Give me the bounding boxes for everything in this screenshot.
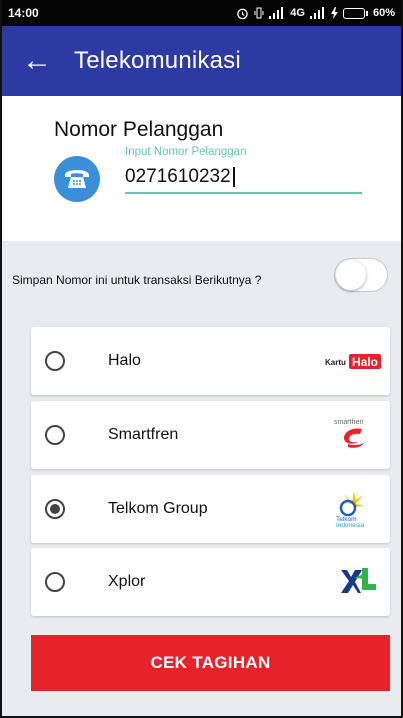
battery-percent: 60% (372, 7, 395, 19)
toggle-knob (336, 260, 366, 290)
svg-text:smartfren: smartfren (334, 419, 364, 426)
network-type: 4G (290, 7, 305, 19)
save-number-row: Simpan Nomor ini untuk transaksi Berikut… (0, 241, 403, 319)
status-bar: 14:00 4G 60% (0, 0, 403, 26)
save-number-toggle[interactable] (334, 258, 388, 292)
svg-text:Kartu: Kartu (325, 358, 346, 367)
operator-name: Smartfren (108, 426, 179, 443)
telkom-indonesia-logo: Telkom Indonesia (324, 489, 382, 529)
operator-option-xplor[interactable]: Xplor (31, 548, 390, 616)
signal-icon (269, 7, 284, 19)
operator-option-halo[interactable]: Halo Kartu Halo (31, 327, 390, 395)
customer-number-value: 0271610232 (125, 166, 231, 187)
customer-number-label: Nomor Pelanggan (54, 118, 224, 141)
radio-button[interactable] (45, 351, 65, 371)
app-bar: ← Telekomunikasi (0, 26, 403, 96)
operator-option-telkom-group[interactable]: Telkom Group Telkom Indonesia (31, 475, 390, 543)
arrow-left-icon[interactable]: ← (22, 46, 56, 76)
smartfren-logo: smartfren (324, 415, 382, 455)
radio-button[interactable] (45, 425, 65, 445)
signal-icon-2 (309, 7, 324, 19)
vibrate-icon (254, 7, 264, 19)
svg-text:Indonesia: Indonesia (336, 522, 365, 529)
telephone-icon (54, 156, 100, 202)
alarm-icon (237, 8, 249, 19)
battery-icon (342, 7, 368, 19)
status-icons: 4G 60% (236, 7, 395, 20)
customer-number-hint: Input Nomor Pelanggan (125, 146, 247, 158)
radio-button[interactable] (45, 572, 65, 592)
status-time: 14:00 (8, 6, 39, 20)
operator-name: Xplor (108, 573, 146, 590)
xl-logo (324, 562, 382, 602)
kartu-halo-logo: Kartu Halo (324, 341, 382, 381)
customer-number-input[interactable]: 0271610232 (125, 166, 362, 194)
save-number-label: Simpan Nomor ini untuk transaksi Berikut… (12, 273, 262, 287)
customer-number-card: Nomor Pelanggan Input Nomor Pelanggan 02… (0, 96, 403, 241)
charging-icon (330, 7, 338, 19)
radio-button[interactable] (45, 499, 65, 519)
operator-option-smartfren[interactable]: Smartfren smartfren (31, 401, 390, 469)
operator-name: Telkom Group (108, 500, 208, 517)
operator-name: Halo (108, 352, 141, 369)
page-title: Telekomunikasi (74, 47, 241, 74)
customer-number-field[interactable]: Input Nomor Pelanggan 0271610232 (125, 146, 362, 194)
svg-text:Halo: Halo (352, 355, 378, 369)
text-caret (232, 167, 235, 187)
cek-tagihan-button[interactable]: CEK TAGIHAN (31, 635, 390, 691)
